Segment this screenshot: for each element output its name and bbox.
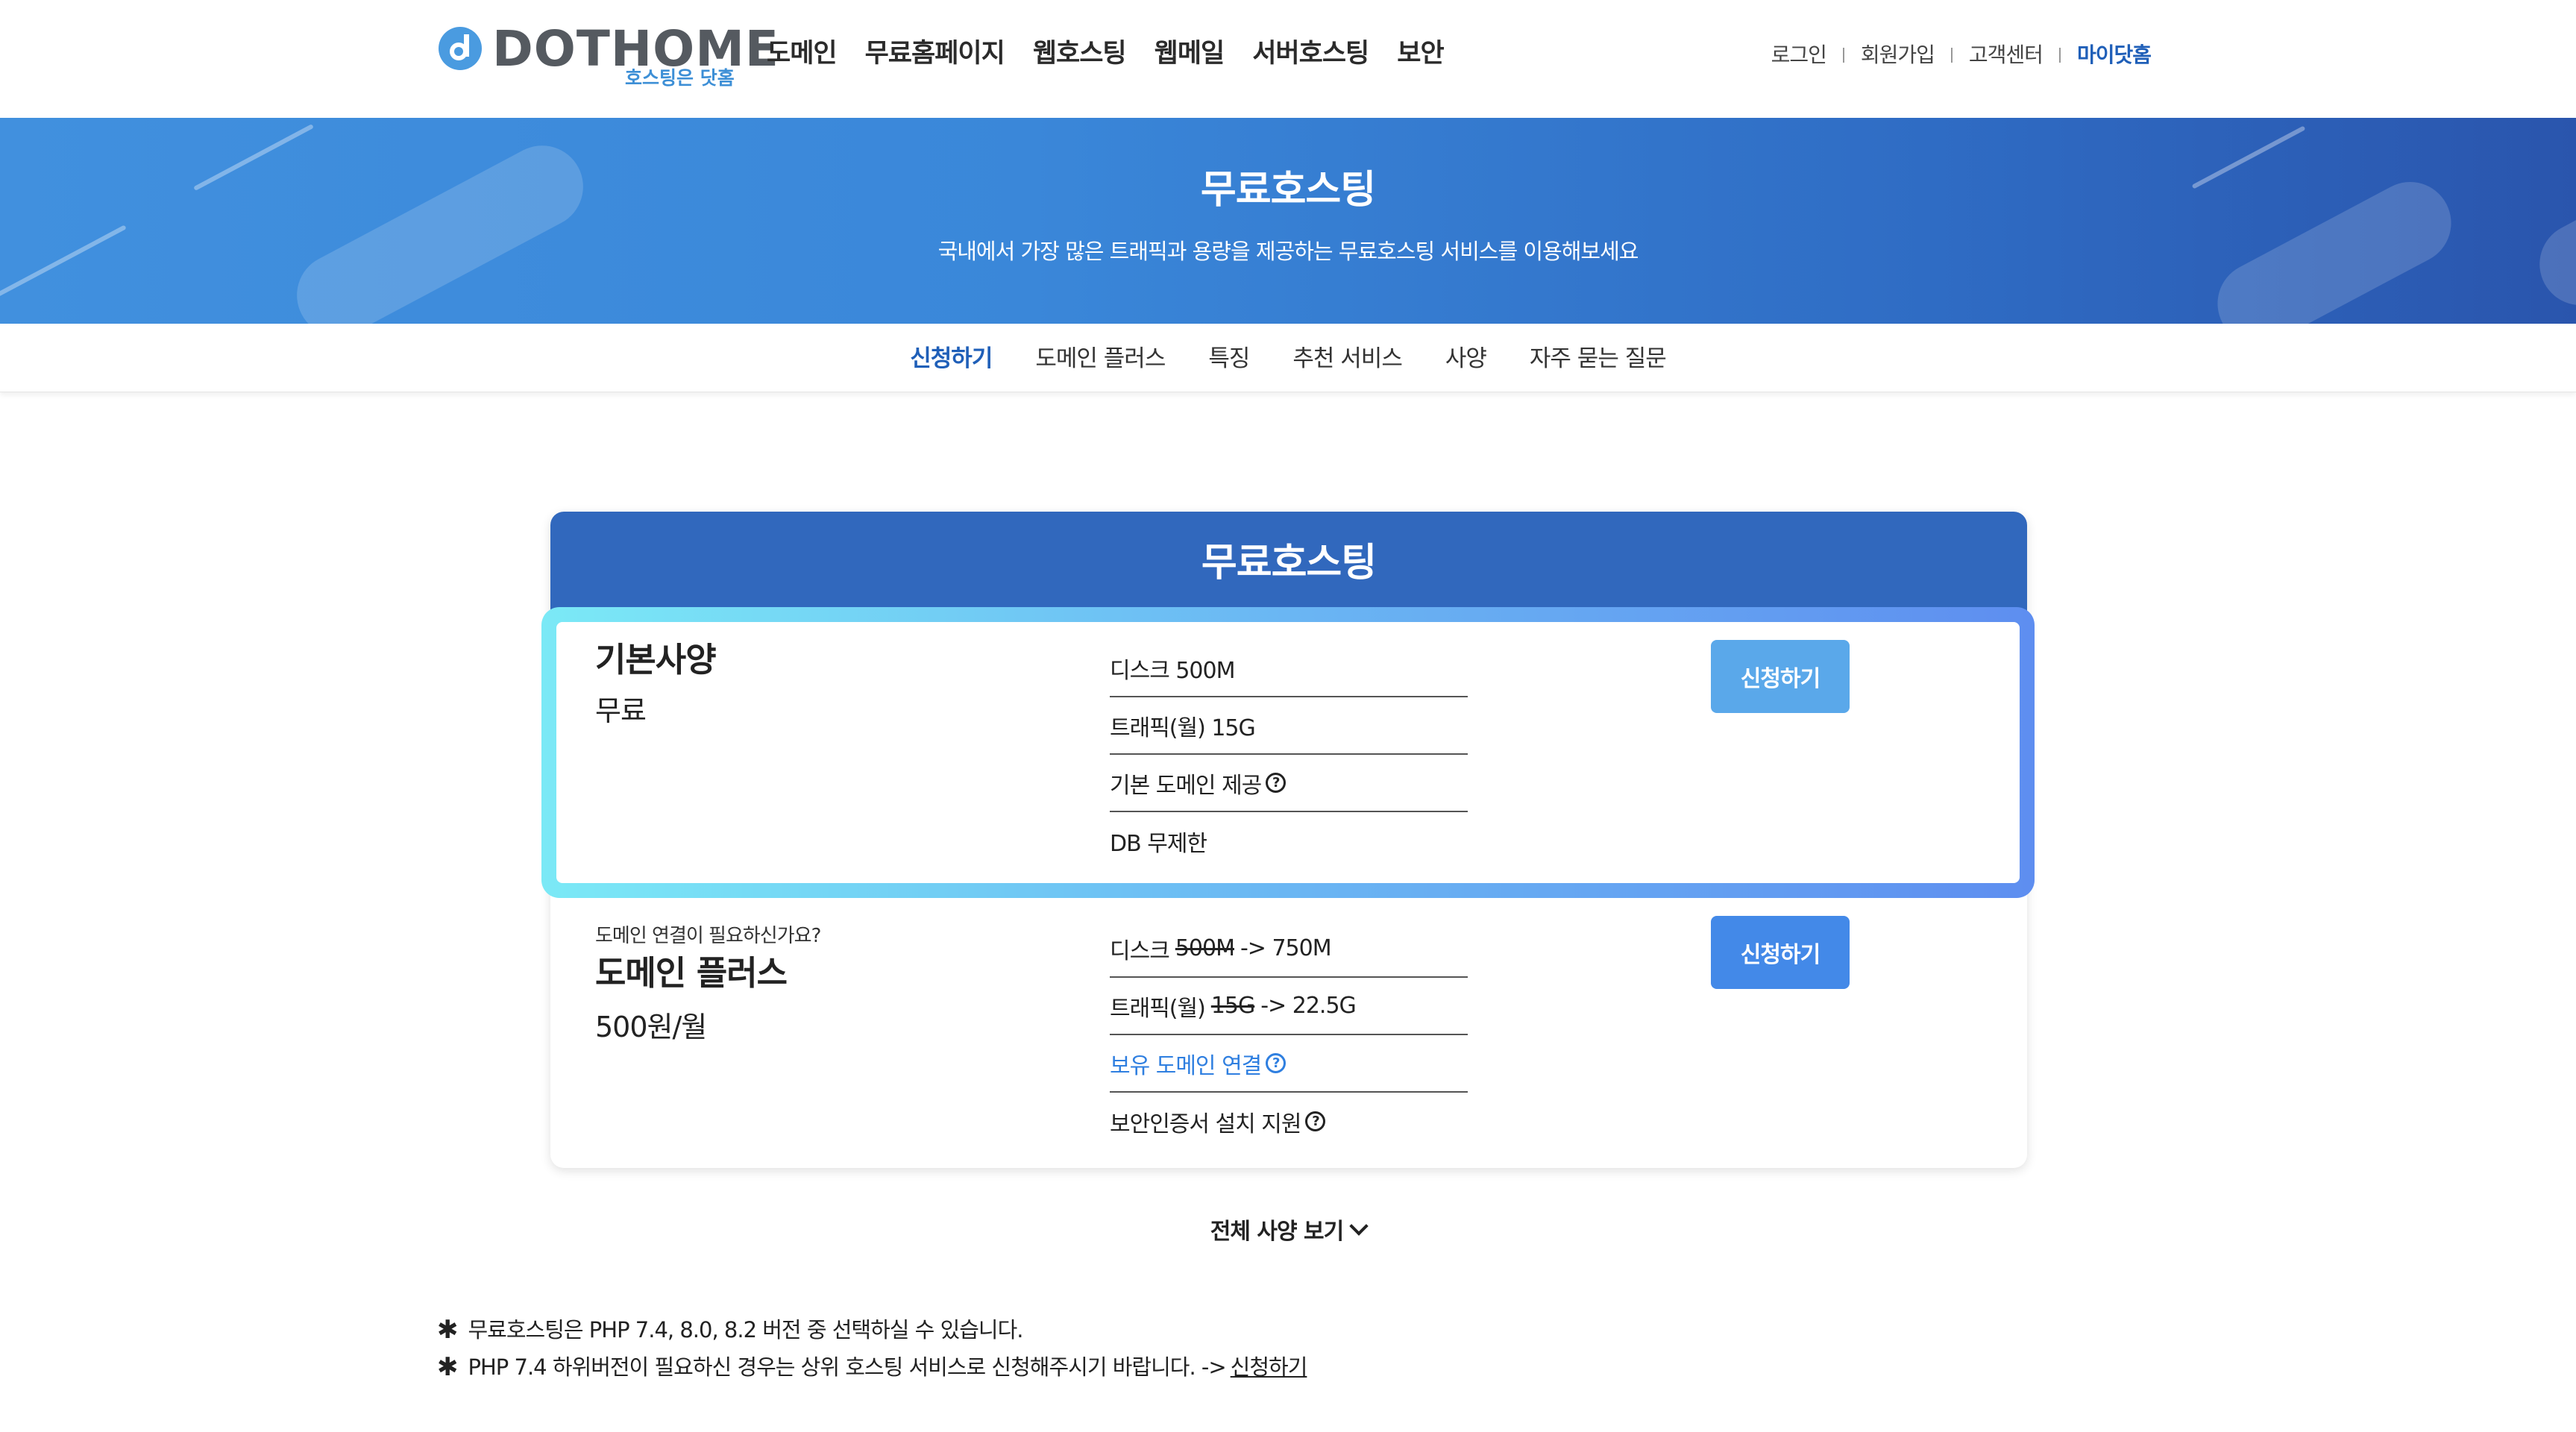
asterisk-icon: ✱ [437, 1352, 458, 1382]
spec-label[interactable]: 보유 도메인 연결 [1110, 1047, 1262, 1080]
spec-disk: 디스크 500M -> 750M [1110, 920, 1468, 978]
asterisk-icon: ✱ [437, 1315, 458, 1345]
plan-basic: 기본사양 무료 디스크 500M 트래픽(월) 15G 기본 도메인 제공 ? … [550, 622, 2027, 891]
nav-webmail[interactable]: 웹메일 [1155, 33, 1225, 75]
pricing-card-title: 무료호스팅 [1201, 541, 1377, 585]
subnav-features[interactable]: 특징 [1208, 342, 1250, 376]
note-item: ✱ 무료호스팅은 PHP 7.4, 8.0, 8.2 버전 중 선택하실 수 있… [437, 1311, 1307, 1348]
util-divider [1842, 48, 1844, 63]
spec-old-value: 15G [1210, 993, 1255, 1019]
banner-title: 무료호스팅 [1200, 168, 1376, 213]
plan-name: 도메인 플러스 [595, 953, 788, 993]
spec-own-domain-link[interactable]: 보유 도메인 연결 ? [1110, 1035, 1468, 1093]
plan-price: 무료 [595, 694, 647, 727]
subnav-recommended[interactable]: 추천 서비스 [1292, 342, 1402, 376]
spec-label: 기본 도메인 제공 [1110, 772, 1262, 799]
pricing-card-header: 무료호스팅 [550, 512, 2027, 622]
header: DOTHOME 호스팅은 닷홈 도메인 무료홈페이지 웹호스팅 웹메일 서버호스… [0, 0, 2576, 118]
logo-mark-icon [439, 27, 482, 70]
note-apply-link[interactable]: 신청하기 [1231, 1348, 1308, 1386]
plan-spec-list: 디스크 500M 트래픽(월) 15G 기본 도메인 제공 ? DB 무제한 [1110, 640, 1468, 870]
plan-name: 기본사양 [595, 640, 717, 679]
util-divider [2058, 48, 2061, 63]
spec-traffic: 트래픽(월) 15G [1110, 697, 1468, 755]
spec-default-domain: 기본 도메인 제공 ? [1110, 755, 1468, 812]
subnav-apply[interactable]: 신청하기 [910, 342, 993, 376]
nav-server-hosting[interactable]: 서버호스팅 [1252, 33, 1369, 75]
question-circle-icon[interactable]: ? [1266, 773, 1287, 793]
subnav-faq[interactable]: 자주 묻는 질문 [1530, 342, 1667, 376]
nav-web-hosting[interactable]: 웹호스팅 [1033, 33, 1127, 75]
plan-price: 500원/월 [595, 1011, 707, 1043]
support-link[interactable]: 고객센터 [1969, 39, 2043, 72]
plan-domain-plus: 도메인 연결이 필요하신가요? 도메인 플러스 500원/월 디스크 500M … [550, 902, 2027, 1156]
spec-disk: 디스크 500M [1110, 640, 1468, 697]
apply-domain-plus-button[interactable]: 신청하기 [1711, 916, 1850, 989]
spec-old-value: 500M [1175, 935, 1235, 961]
plan-spec-list: 디스크 500M -> 750M 트래픽(월) 15G -> 22.5G 보유 … [1110, 920, 1468, 1150]
nav-domain[interactable]: 도메인 [767, 33, 838, 75]
spec-new-value: -> 750M [1240, 935, 1332, 961]
signup-link[interactable]: 회원가입 [1861, 39, 1935, 72]
main-nav: 도메인 무료홈페이지 웹호스팅 웹메일 서버호스팅 보안 [767, 33, 1445, 75]
chevron-down-icon [1349, 1216, 1369, 1236]
nav-free-homepage[interactable]: 무료홈페이지 [865, 33, 1005, 75]
spec-label: 트래픽(월) [1110, 995, 1206, 1022]
notes: ✱ 무료호스팅은 PHP 7.4, 8.0, 8.2 버전 중 선택하실 수 있… [437, 1311, 1307, 1386]
sub-nav: 신청하기 도메인 플러스 특징 추천 서비스 사양 자주 묻는 질문 [0, 324, 2576, 392]
util-divider [1950, 48, 1953, 63]
dothome-logo[interactable]: DOTHOME 호스팅은 닷홈 [437, 20, 779, 95]
spec-label: 보안인증서 설치 지원 [1110, 1111, 1301, 1137]
note-text: PHP 7.4 하위버전이 필요하신 경우는 상위 호스팅 서비스로 신청해주시… [468, 1354, 1227, 1380]
banner-subtitle: 국내에서 가장 많은 트래픽과 용량을 제공하는 무료호스팅 서비스를 이용해보… [937, 239, 1639, 264]
spec-ssl: 보안인증서 설치 지원 ? [1110, 1093, 1468, 1150]
subnav-domain-plus[interactable]: 도메인 플러스 [1035, 342, 1166, 376]
spec-label: 디스크 [1110, 938, 1170, 964]
note-item: ✱ PHP 7.4 하위버전이 필요하신 경우는 상위 호스팅 서비스로 신청해… [437, 1348, 1307, 1386]
note-text: 무료호스팅은 PHP 7.4, 8.0, 8.2 버전 중 선택하실 수 있습니… [468, 1317, 1024, 1342]
spec-traffic: 트래픽(월) 15G -> 22.5G [1110, 978, 1468, 1035]
apply-basic-button[interactable]: 신청하기 [1711, 640, 1850, 713]
view-all-specs-label[interactable]: 전체 사양 보기 [1210, 1219, 1344, 1245]
spec-new-value: -> 22.5G [1260, 993, 1357, 1019]
utility-nav: 로그인 회원가입 고객센터 마이닷홈 [1771, 39, 2152, 72]
question-circle-icon[interactable]: ? [1266, 1053, 1287, 1073]
login-link[interactable]: 로그인 [1771, 39, 1827, 72]
plan-pretitle: 도메인 연결이 필요하신가요? [595, 925, 821, 947]
hero-banner: 무료호스팅 국내에서 가장 많은 트래픽과 용량을 제공하는 무료호스팅 서비스… [0, 118, 2576, 324]
view-all-specs-toggle[interactable]: 전체 사양 보기 [0, 1213, 2576, 1246]
nav-security[interactable]: 보안 [1397, 33, 1444, 75]
question-circle-icon[interactable]: ? [1305, 1111, 1326, 1131]
subnav-specs[interactable]: 사양 [1445, 342, 1487, 376]
mypage-link[interactable]: 마이닷홈 [2077, 39, 2152, 72]
spec-db: DB 무제한 [1110, 830, 1207, 857]
logo-tagline: 호스팅은 닷홈 [625, 67, 735, 89]
